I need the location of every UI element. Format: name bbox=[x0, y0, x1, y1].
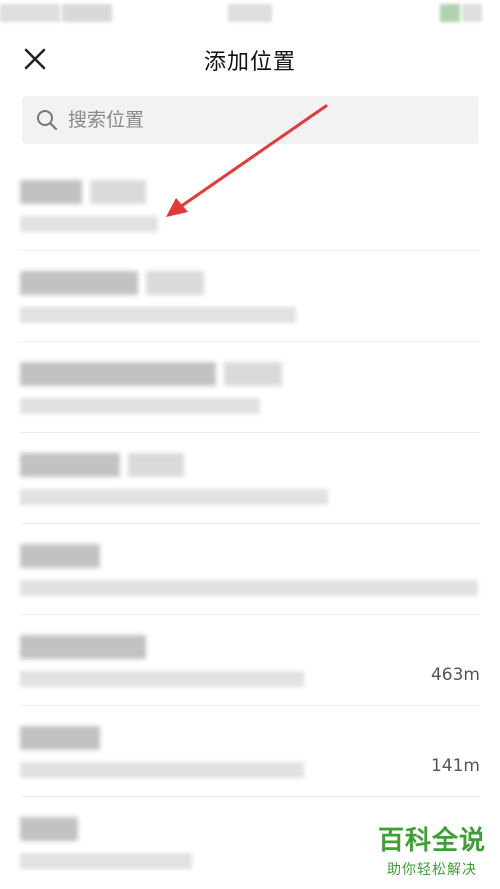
search-icon bbox=[37, 110, 58, 131]
location-item[interactable] bbox=[20, 342, 480, 433]
watermark: 百科全说 助你轻松解决 bbox=[378, 820, 486, 879]
location-item[interactable]: 463m bbox=[20, 615, 480, 706]
watermark-title: 百科全说 bbox=[377, 826, 486, 856]
location-item[interactable] bbox=[20, 433, 480, 524]
location-item[interactable]: 141m bbox=[20, 706, 480, 797]
location-list: 463m 141m bbox=[0, 160, 500, 888]
location-item[interactable] bbox=[20, 524, 480, 615]
location-item[interactable] bbox=[20, 160, 480, 251]
search-bar[interactable] bbox=[22, 96, 479, 144]
header: 添加位置 bbox=[0, 30, 500, 86]
location-distance: 463m bbox=[430, 665, 480, 685]
location-item[interactable] bbox=[20, 251, 480, 342]
status-bar bbox=[0, 0, 500, 26]
page-title: 添加位置 bbox=[203, 50, 296, 75]
search-input[interactable] bbox=[68, 109, 448, 131]
location-distance: 141m bbox=[430, 756, 480, 776]
watermark-subtitle: 助你轻松解决 bbox=[386, 862, 477, 878]
